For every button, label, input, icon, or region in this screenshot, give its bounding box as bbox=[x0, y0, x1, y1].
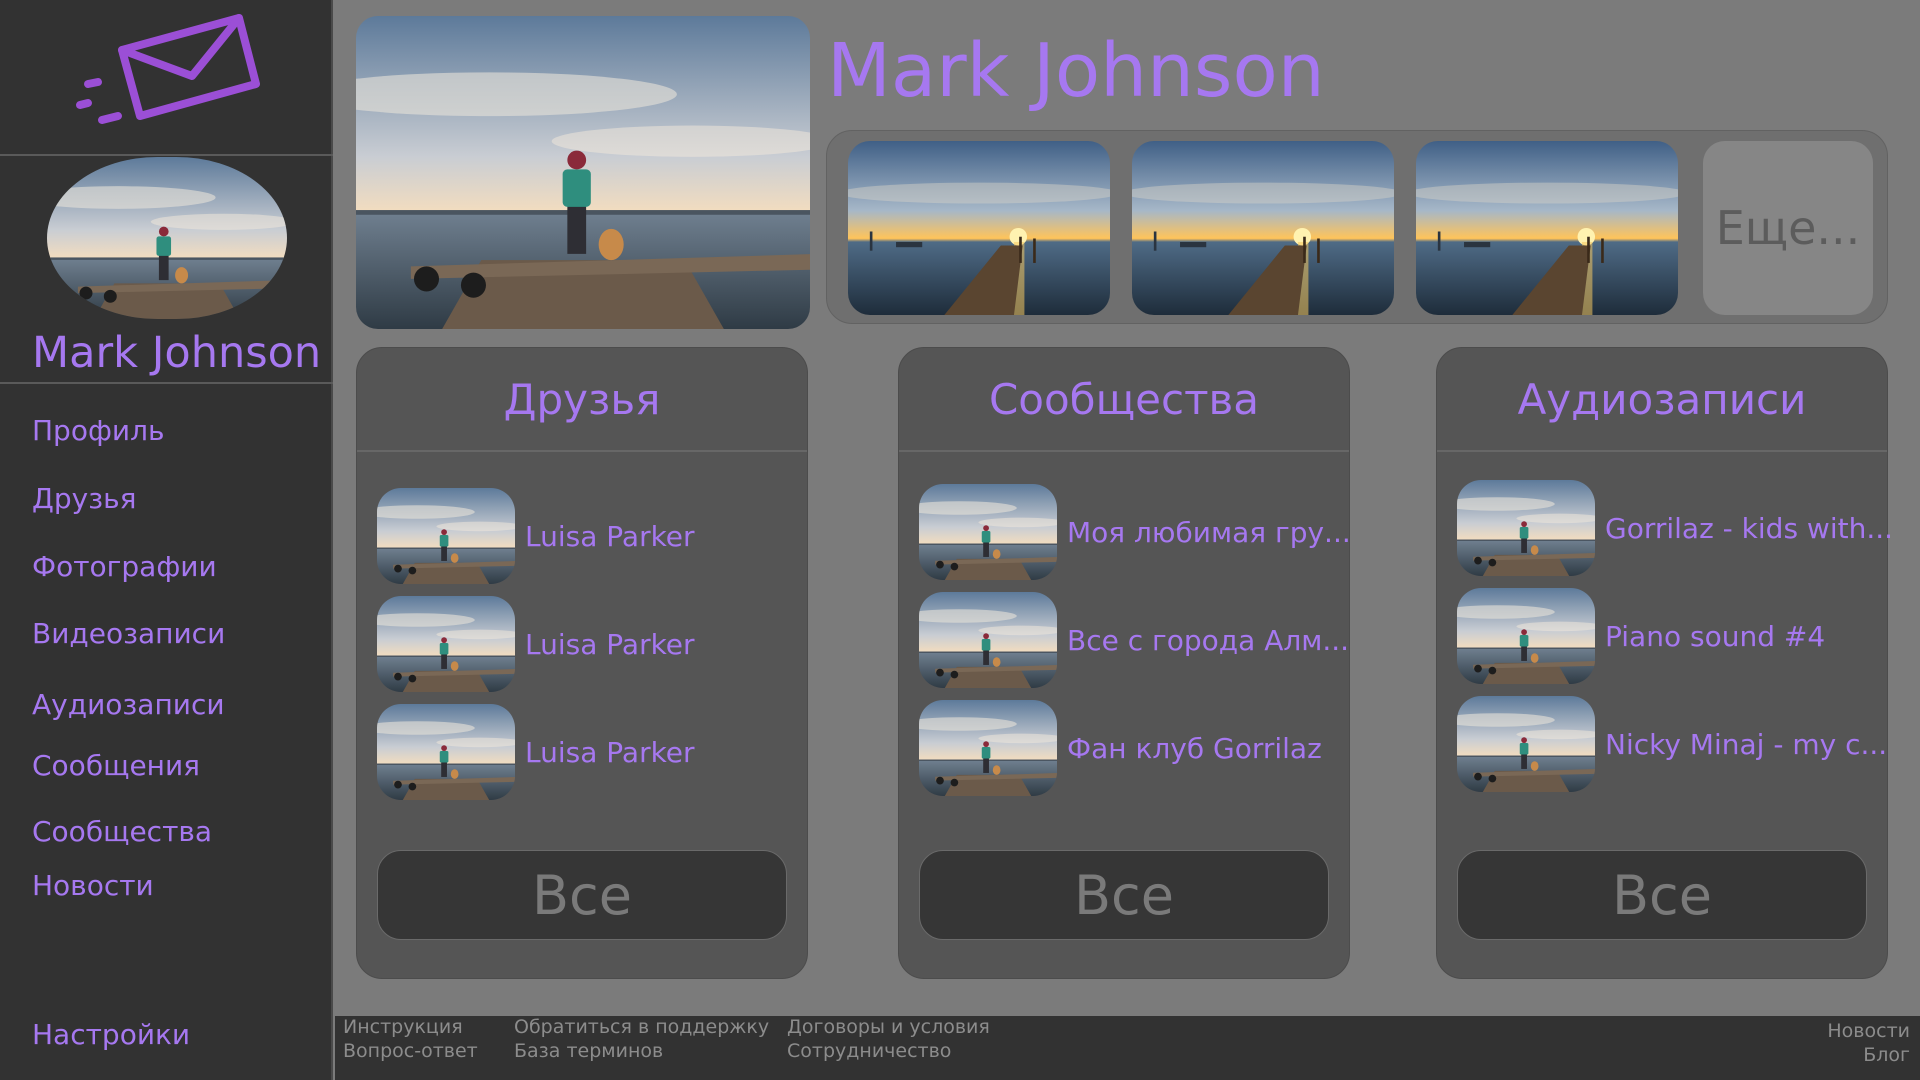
photo-thumbnail[interactable] bbox=[848, 141, 1110, 315]
logo[interactable] bbox=[0, 0, 333, 156]
sidebar: Mark Johnson Профиль Друзья Фотографии В… bbox=[0, 0, 333, 1080]
sidebar-divider bbox=[0, 382, 333, 384]
list-item[interactable]: Gorrilaz - kids with... bbox=[1457, 480, 1893, 576]
all-communities-button[interactable]: Все bbox=[919, 850, 1329, 940]
photo-strip: Еще... bbox=[826, 130, 1888, 324]
community-name[interactable]: Моя любимая гру... bbox=[1067, 516, 1351, 549]
photo-thumbnail[interactable] bbox=[1132, 141, 1394, 315]
more-photos-button[interactable]: Еще... bbox=[1703, 141, 1873, 315]
communities-panel: Сообщества Моя любимая гру... Все с горо… bbox=[898, 347, 1351, 979]
footer-link-faq[interactable]: Вопрос-ответ bbox=[343, 1040, 478, 1062]
friend-name[interactable]: Luisa Parker bbox=[525, 520, 695, 553]
list-item[interactable]: Все с города Алм... bbox=[919, 592, 1349, 688]
profile-cover-photo[interactable] bbox=[356, 16, 810, 329]
list-item[interactable]: Piano sound #4 bbox=[1457, 588, 1877, 684]
sidebar-item-photos[interactable]: Фотографии bbox=[32, 550, 217, 583]
community-name[interactable]: Фан клуб Gorrilaz bbox=[1067, 732, 1322, 765]
sidebar-avatar[interactable] bbox=[47, 157, 287, 319]
audio-panel: Аудиозаписи Gorrilaz - kids with... Pian… bbox=[1436, 347, 1893, 979]
audio-track-title[interactable]: Gorrilaz - kids with... bbox=[1605, 512, 1893, 545]
community-avatar[interactable] bbox=[919, 592, 1057, 688]
sidebar-item-communities[interactable]: Сообщества bbox=[32, 815, 212, 848]
sidebar-item-profile[interactable]: Профиль bbox=[32, 414, 165, 447]
page-title: Mark Johnson bbox=[827, 28, 1325, 114]
sidebar-item-friends[interactable]: Друзья bbox=[32, 482, 136, 515]
list-item[interactable]: Фан клуб Gorrilaz bbox=[919, 700, 1339, 796]
list-item[interactable]: Luisa Parker bbox=[377, 596, 797, 692]
sidebar-item-settings[interactable]: Настройки bbox=[32, 1018, 190, 1051]
list-item[interactable]: Luisa Parker bbox=[377, 704, 797, 800]
friends-panel: Друзья Luisa Parker Luisa Parker Luisa P… bbox=[356, 347, 808, 979]
list-item[interactable]: Моя любимая гру... bbox=[919, 484, 1351, 580]
communities-panel-title[interactable]: Сообщества bbox=[899, 348, 1349, 452]
audio-cover[interactable] bbox=[1457, 480, 1595, 576]
friend-name[interactable]: Luisa Parker bbox=[525, 736, 695, 769]
friends-panel-title[interactable]: Друзья bbox=[357, 348, 807, 452]
audio-cover[interactable] bbox=[1457, 588, 1595, 684]
sidebar-item-audio[interactable]: Аудиозаписи bbox=[32, 688, 225, 721]
footer-link-support[interactable]: Обратиться в поддержку bbox=[514, 1016, 769, 1038]
all-friends-button[interactable]: Все bbox=[377, 850, 787, 940]
mail-envelope-icon bbox=[76, 14, 260, 124]
community-avatar[interactable] bbox=[919, 484, 1057, 580]
friend-avatar[interactable] bbox=[377, 488, 515, 584]
audio-cover[interactable] bbox=[1457, 696, 1595, 792]
sidebar-item-news[interactable]: Новости bbox=[32, 869, 154, 902]
all-audio-button[interactable]: Все bbox=[1457, 850, 1867, 940]
list-item[interactable]: Nicky Minaj - my c... bbox=[1457, 696, 1887, 792]
photo-thumbnail[interactable] bbox=[1416, 141, 1678, 315]
sidebar-user-name[interactable]: Mark Johnson bbox=[32, 328, 321, 378]
community-name[interactable]: Все с города Алм... bbox=[1067, 624, 1349, 657]
footer-link-blog[interactable]: Блог bbox=[1863, 1044, 1910, 1066]
community-avatar[interactable] bbox=[919, 700, 1057, 796]
audio-track-title[interactable]: Piano sound #4 bbox=[1605, 620, 1825, 653]
friend-name[interactable]: Luisa Parker bbox=[525, 628, 695, 661]
footer-link-partnership[interactable]: Сотрудничество bbox=[787, 1040, 951, 1062]
friend-avatar[interactable] bbox=[377, 596, 515, 692]
audio-panel-title[interactable]: Аудиозаписи bbox=[1437, 348, 1887, 452]
list-item[interactable]: Luisa Parker bbox=[377, 488, 797, 584]
footer-link-terms[interactable]: Договоры и условия bbox=[787, 1016, 990, 1038]
friend-avatar[interactable] bbox=[377, 704, 515, 800]
sidebar-item-messages[interactable]: Сообщения bbox=[32, 749, 200, 782]
footer: Инструкция Вопрос-ответ Обратиться в под… bbox=[335, 1016, 1920, 1080]
footer-link-glossary[interactable]: База терминов bbox=[514, 1040, 663, 1062]
sidebar-item-videos[interactable]: Видеозаписи bbox=[32, 617, 225, 650]
footer-link-instructions[interactable]: Инструкция bbox=[343, 1016, 463, 1038]
footer-link-news[interactable]: Новости bbox=[1827, 1020, 1910, 1042]
audio-track-title[interactable]: Nicky Minaj - my c... bbox=[1605, 728, 1887, 761]
